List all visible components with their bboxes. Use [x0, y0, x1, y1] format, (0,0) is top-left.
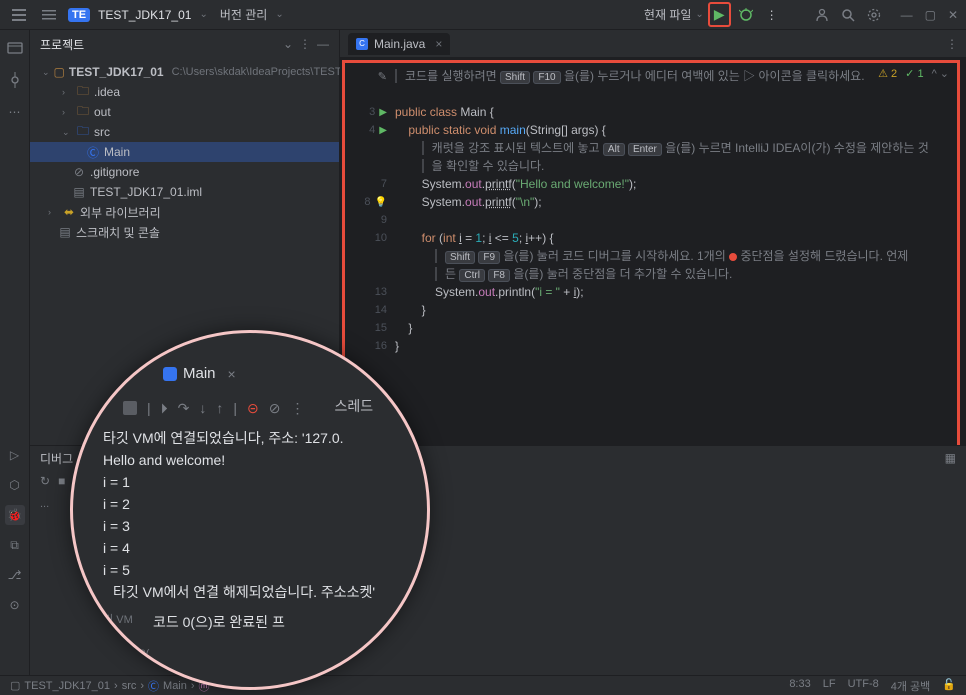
vcs-menu[interactable]: 버전 관리	[220, 6, 268, 23]
resume-icon: ⏵	[161, 397, 168, 419]
run-button-highlighted[interactable]: ▶	[708, 2, 731, 27]
project-tree: ⌄▢TEST_JDK17_01C:\Users\skdak\IdeaProjec…	[30, 58, 339, 246]
tree-file-gitignore[interactable]: ⊘.gitignore	[30, 162, 339, 182]
chevron-down-icon[interactable]: ⌄	[275, 9, 283, 20]
project-name[interactable]: TEST_JDK17_01	[98, 8, 191, 22]
stop-icon[interactable]: ■	[58, 474, 65, 488]
rerun-icon[interactable]: ↻	[40, 474, 50, 488]
run-gutter-icon[interactable]: ▶	[379, 125, 387, 136]
hamburger-icon[interactable]	[38, 4, 60, 26]
tree-folder-src[interactable]: ⌄🗀src	[30, 122, 339, 142]
class-icon: C	[356, 38, 368, 50]
breadcrumb[interactable]: ▢ TEST_JDK17_01› src› ⒸMain› ⓜ	[10, 678, 210, 694]
tree-file-iml[interactable]: ▤TEST_JDK17_01.iml	[30, 182, 339, 202]
tree-folder-idea[interactable]: ›🗀.idea	[30, 82, 339, 102]
structure-tool-icon[interactable]: ⋯	[5, 102, 25, 122]
chevron-down-icon[interactable]: ⌄	[283, 37, 293, 51]
left-tool-strip: ⋯ ▷ ⬡ 🐞 ⧉ ⎇ ⊙	[0, 30, 30, 675]
tree-ext-libraries[interactable]: ›⬌외부 라이브러리	[30, 202, 339, 222]
debug-button[interactable]	[735, 4, 757, 26]
project-badge: TE	[68, 8, 90, 22]
indent[interactable]: 4개 공백	[891, 678, 931, 694]
search-icon[interactable]	[837, 4, 859, 26]
cursor-position[interactable]: 8:33	[789, 678, 810, 694]
run-config-selector[interactable]: 현재 파일 ⌄	[644, 6, 704, 23]
terminal-tool-icon[interactable]: ⧉	[5, 535, 25, 555]
more-icon: ⋮	[290, 397, 304, 419]
more-icon[interactable]: ⋮	[761, 4, 783, 26]
collapse-icon[interactable]: —	[317, 37, 329, 51]
more-icon[interactable]: ⋮	[946, 37, 958, 51]
statusbar: ▢ TEST_JDK17_01› src› ⒸMain› ⓜ 8:33 LF U…	[0, 675, 966, 695]
chevron-down-icon[interactable]: ⌄	[199, 9, 207, 20]
tree-folder-out[interactable]: ›🗀out	[30, 102, 339, 122]
chevron-down-icon: ⌄	[695, 9, 703, 20]
editor-tabs: C Main.java × ⋮	[340, 30, 966, 58]
magnified-console-overlay: Main × | ⏵ ↷ ↓ ↑ | ⊝ ⊘ ⋮ 스레드 타깃 VM에 연결되었…	[70, 330, 430, 690]
close-button[interactable]: ✕	[948, 8, 958, 22]
layout-icon[interactable]: ▦	[945, 451, 956, 465]
tree-file-main[interactable]: ⒸMain	[30, 142, 339, 162]
maximize-button[interactable]: ▢	[925, 8, 936, 22]
problems-tool-icon[interactable]: ⊙	[5, 595, 25, 615]
encoding[interactable]: UTF-8	[848, 678, 879, 694]
run-gutter-icon[interactable]: ▶	[379, 107, 387, 118]
code-with-me-icon[interactable]	[811, 4, 833, 26]
more-icon[interactable]: ⋮	[299, 37, 311, 51]
class-icon	[163, 367, 177, 381]
breakpoint-icon: ⊝	[247, 397, 259, 419]
commit-tool-icon[interactable]	[5, 70, 25, 90]
minimize-button[interactable]: —	[901, 8, 913, 22]
main-menu-icon[interactable]	[8, 4, 30, 26]
line-separator[interactable]: LF	[823, 678, 836, 694]
editor-tab-main[interactable]: C Main.java ×	[348, 33, 450, 55]
services-tool-icon[interactable]: ⬡	[5, 475, 25, 495]
step-over-icon: ↷	[178, 397, 190, 419]
git-tool-icon[interactable]: ⎇	[5, 565, 25, 585]
panel-title: 프로젝트	[40, 36, 84, 53]
play-icon: ▶	[714, 6, 725, 23]
debug-panel-label: 디버그	[40, 450, 73, 467]
tree-scratches[interactable]: ▤스크래치 및 콘솔	[30, 222, 339, 242]
inspections-widget[interactable]: ⚠ 2 ✓ 1 ^ ⌄	[878, 67, 949, 80]
run-tool-icon[interactable]: ▷	[5, 445, 25, 465]
edit-icon[interactable]: ✎	[378, 70, 387, 83]
bulb-icon[interactable]: 💡	[375, 197, 387, 208]
debug-tool-icon[interactable]: 🐞	[5, 505, 25, 525]
mag-debug-toolbar: | ⏵ ↷ ↓ ↑ | ⊝ ⊘ ⋮ 스레드	[123, 397, 407, 419]
readonly-icon[interactable]: 🔓	[942, 678, 956, 694]
mute-breakpoints-icon: ⊘	[269, 397, 281, 419]
stop-icon	[123, 401, 137, 415]
close-icon[interactable]: ×	[435, 37, 442, 51]
settings-icon[interactable]	[863, 4, 885, 26]
step-into-icon: ↓	[199, 397, 206, 419]
step-out-icon: ↑	[216, 397, 223, 419]
project-tool-icon[interactable]	[5, 38, 25, 58]
tree-root[interactable]: ⌄▢TEST_JDK17_01C:\Users\skdak\IdeaProjec…	[30, 62, 339, 82]
close-icon: ×	[228, 363, 236, 385]
titlebar: TE TEST_JDK17_01 ⌄ 버전 관리 ⌄ 현재 파일 ⌄ ▶ ⋮ —…	[0, 0, 966, 30]
